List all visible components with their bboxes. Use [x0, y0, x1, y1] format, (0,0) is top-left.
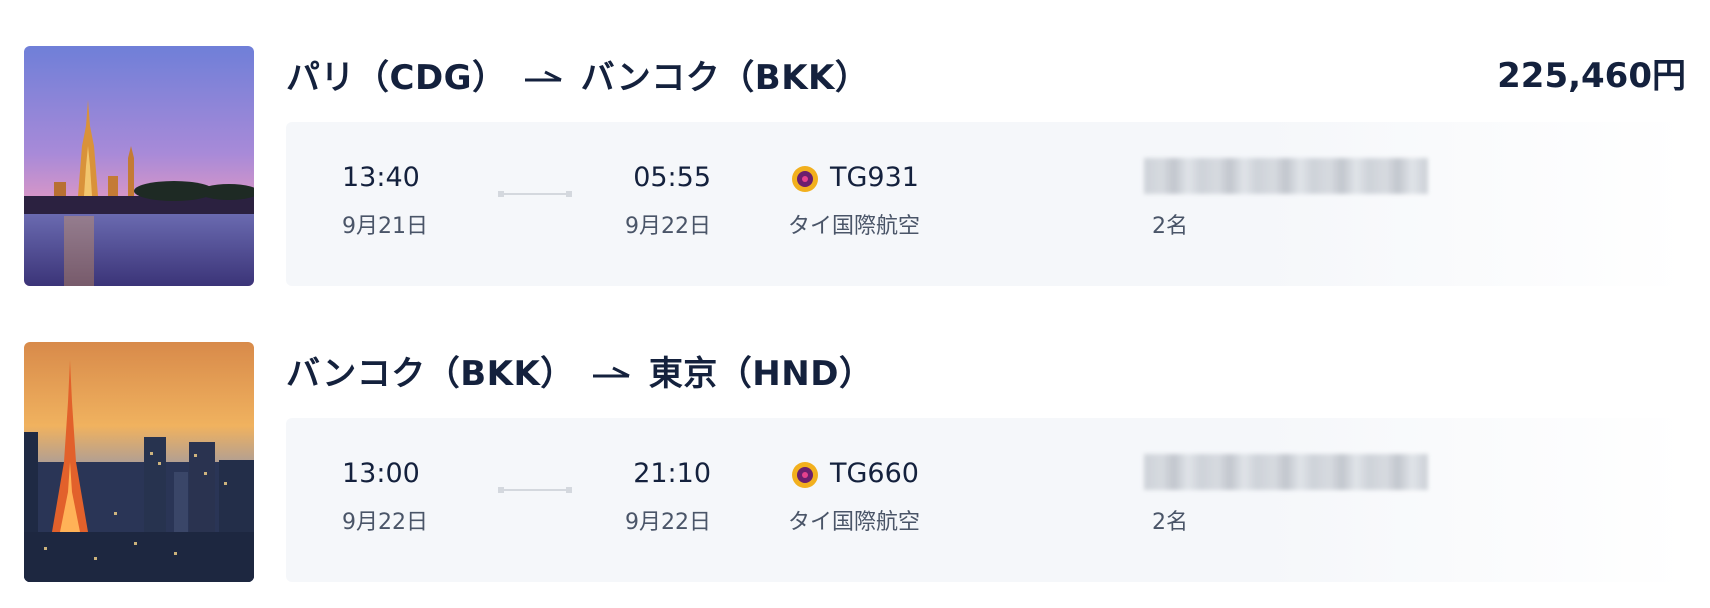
departure-time: 13:40: [342, 162, 420, 193]
destination-label: 東京（HND）: [648, 354, 874, 394]
route-title: バンコク（BKK） 東京（HND）: [286, 346, 873, 394]
departure-date: 9月21日: [342, 214, 428, 239]
flight-timeline: [498, 190, 572, 198]
flight-number: TG931: [830, 162, 919, 193]
thai-airways-logo-icon: [790, 460, 820, 490]
passenger-count: 2名: [1152, 510, 1188, 535]
flight-details-card[interactable]: 13:00 9月22日 21:10 9月22日 TG660 タイ国際航空 2名: [286, 418, 1686, 582]
arrival-date: 9月22日: [625, 214, 711, 239]
origin-label: バンコク（BKK）: [286, 354, 575, 394]
departure-time: 13:00: [342, 458, 420, 489]
passenger-names-redacted: [1144, 158, 1428, 194]
route-title: パリ（CDG） バンコク（BKK）: [286, 50, 869, 98]
thai-airways-logo-icon: [790, 164, 820, 194]
destination-photo-bangkok: [24, 46, 254, 286]
flight-timeline: [498, 486, 572, 494]
arrival-time: 05:55: [633, 162, 711, 193]
flight-details-card[interactable]: 13:40 9月21日 05:55 9月22日 TG931 タイ国際航空 2名: [286, 122, 1686, 286]
flight-segment-2[interactable]: バンコク（BKK） 東京（HND） 13:00 9月22日 21:10 9月22日…: [24, 342, 1686, 582]
arrival-time: 21:10: [633, 458, 711, 489]
total-price: 225,460円: [1497, 56, 1686, 96]
departure-date: 9月22日: [342, 510, 428, 535]
flight-segment-1[interactable]: パリ（CDG） バンコク（BKK） 225,460円 13:40 9月21日 05…: [24, 46, 1686, 286]
destination-photo-tokyo: [24, 342, 254, 582]
right-arrow-icon: [592, 366, 631, 386]
destination-label: バンコク（BKK）: [580, 58, 870, 98]
arrival-date: 9月22日: [625, 510, 711, 535]
right-arrow-icon: [524, 70, 563, 90]
airline-name: タイ国際航空: [788, 510, 921, 535]
airline-name: タイ国際航空: [788, 214, 921, 239]
flight-number: TG660: [830, 458, 919, 489]
passenger-count: 2名: [1152, 214, 1188, 239]
origin-label: パリ（CDG）: [286, 58, 507, 98]
passenger-names-redacted: [1144, 454, 1428, 490]
